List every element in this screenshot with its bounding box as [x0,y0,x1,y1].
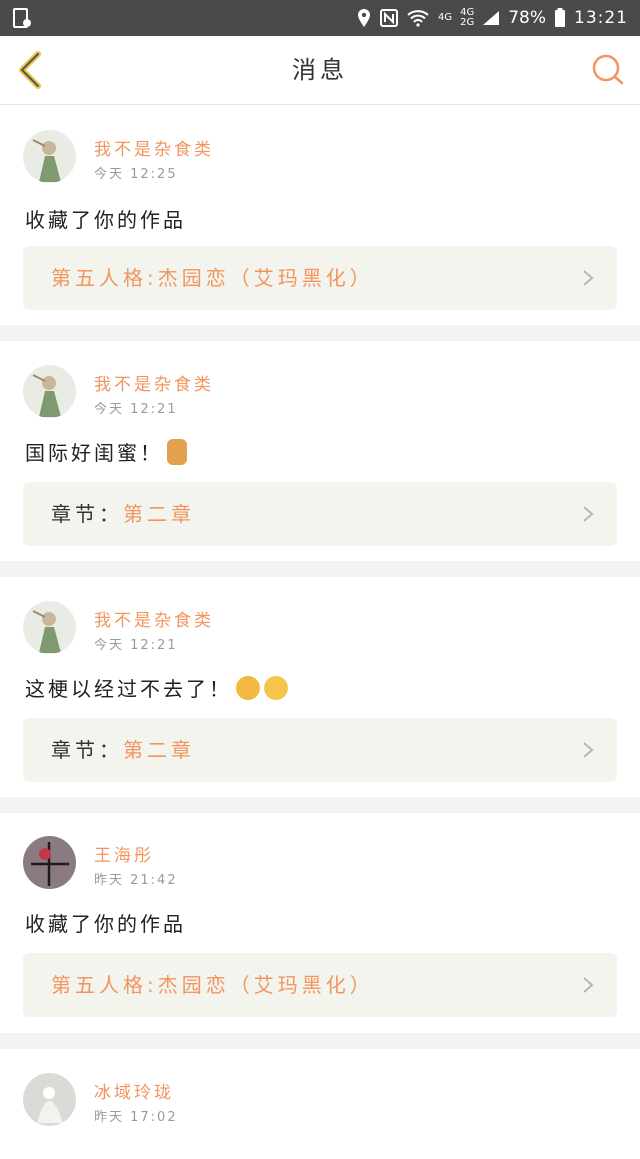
chapter-value: 第二章 [123,738,195,762]
chevron-right-icon [583,270,594,286]
tired-face-icon [236,675,260,700]
relieved-face-icon [264,675,288,700]
thumbs-up-icon [167,438,187,465]
message-card: 我不是杂食类 今天 12:21 这梗以经过不去了！ 章节：第二章 [0,577,640,797]
search-icon[interactable] [588,50,628,90]
username[interactable]: 我不是杂食类 [94,606,214,631]
avatar[interactable] [23,130,76,183]
chevron-right-icon [583,977,594,993]
username[interactable]: 王海彤 [94,841,154,866]
signal-icon [483,11,500,25]
wifi-icon [407,10,429,27]
timestamp: 今天 12:21 [94,402,178,417]
username[interactable]: 我不是杂食类 [94,370,214,395]
battery-icon [555,8,565,27]
network-type-1: 4G [437,12,453,23]
message-text: 这梗以经过不去了！ [25,673,288,702]
timestamp: 今天 12:21 [94,638,178,653]
chapter-value: 第二章 [123,502,195,526]
message-list: 我不是杂食类 今天 12:25 收藏了你的作品 第五人格:杰园恋（艾玛黑化） 我… [0,105,640,1159]
chapter-label: 章节： [51,502,123,526]
chapter-link[interactable]: 章节：第二章 [23,718,617,782]
chevron-right-icon [583,742,594,758]
avatar[interactable] [23,601,76,654]
nfc-icon [379,9,398,27]
separator [0,1033,640,1049]
message-card: 我不是杂食类 今天 12:25 收藏了你的作品 第五人格:杰园恋（艾玛黑化） [0,105,640,325]
timestamp: 昨天 21:42 [94,873,178,888]
timestamp: 昨天 17:02 [94,1110,178,1125]
chapter-link[interactable]: 章节：第二章 [23,482,617,546]
separator [0,561,640,577]
username[interactable]: 冰域玲珑 [94,1078,174,1103]
work-title: 第五人格:杰园恋（艾玛黑化） [51,266,374,290]
separator [0,797,640,813]
message-card: 王海彤 昨天 21:42 收藏了你的作品 第五人格:杰园恋（艾玛黑化） [0,813,640,1033]
header-bar: 消息 [0,36,640,105]
message-text: 国际好闺蜜！ [25,437,187,466]
message-card: 我不是杂食类 今天 12:21 国际好闺蜜！ 章节：第二章 [0,341,640,561]
chevron-right-icon [583,506,594,522]
message-text: 收藏了你的作品 [25,208,186,232]
page-title: 消息 [292,56,348,84]
battery-percent: 78% [508,8,546,28]
timestamp: 今天 12:25 [94,167,178,182]
chapter-label: 章节： [51,738,123,762]
separator [0,325,640,341]
avatar[interactable] [23,1073,76,1126]
sim-icon [13,8,31,28]
status-bar: 4G 4G 2G 78% 13:21 [0,0,640,36]
avatar[interactable] [23,836,76,889]
work-link[interactable]: 第五人格:杰园恋（艾玛黑化） [23,246,617,310]
username[interactable]: 我不是杂食类 [94,135,214,160]
location-icon [357,9,370,27]
work-link[interactable]: 第五人格:杰园恋（艾玛黑化） [23,953,617,1017]
clock: 13:21 [574,8,628,28]
network-type-2: 4G 2G [460,7,475,28]
work-title: 第五人格:杰园恋（艾玛黑化） [51,973,374,997]
avatar[interactable] [23,365,76,418]
message-card: 冰域玲珑 昨天 17:02 [0,1049,640,1159]
message-text: 收藏了你的作品 [25,912,186,936]
